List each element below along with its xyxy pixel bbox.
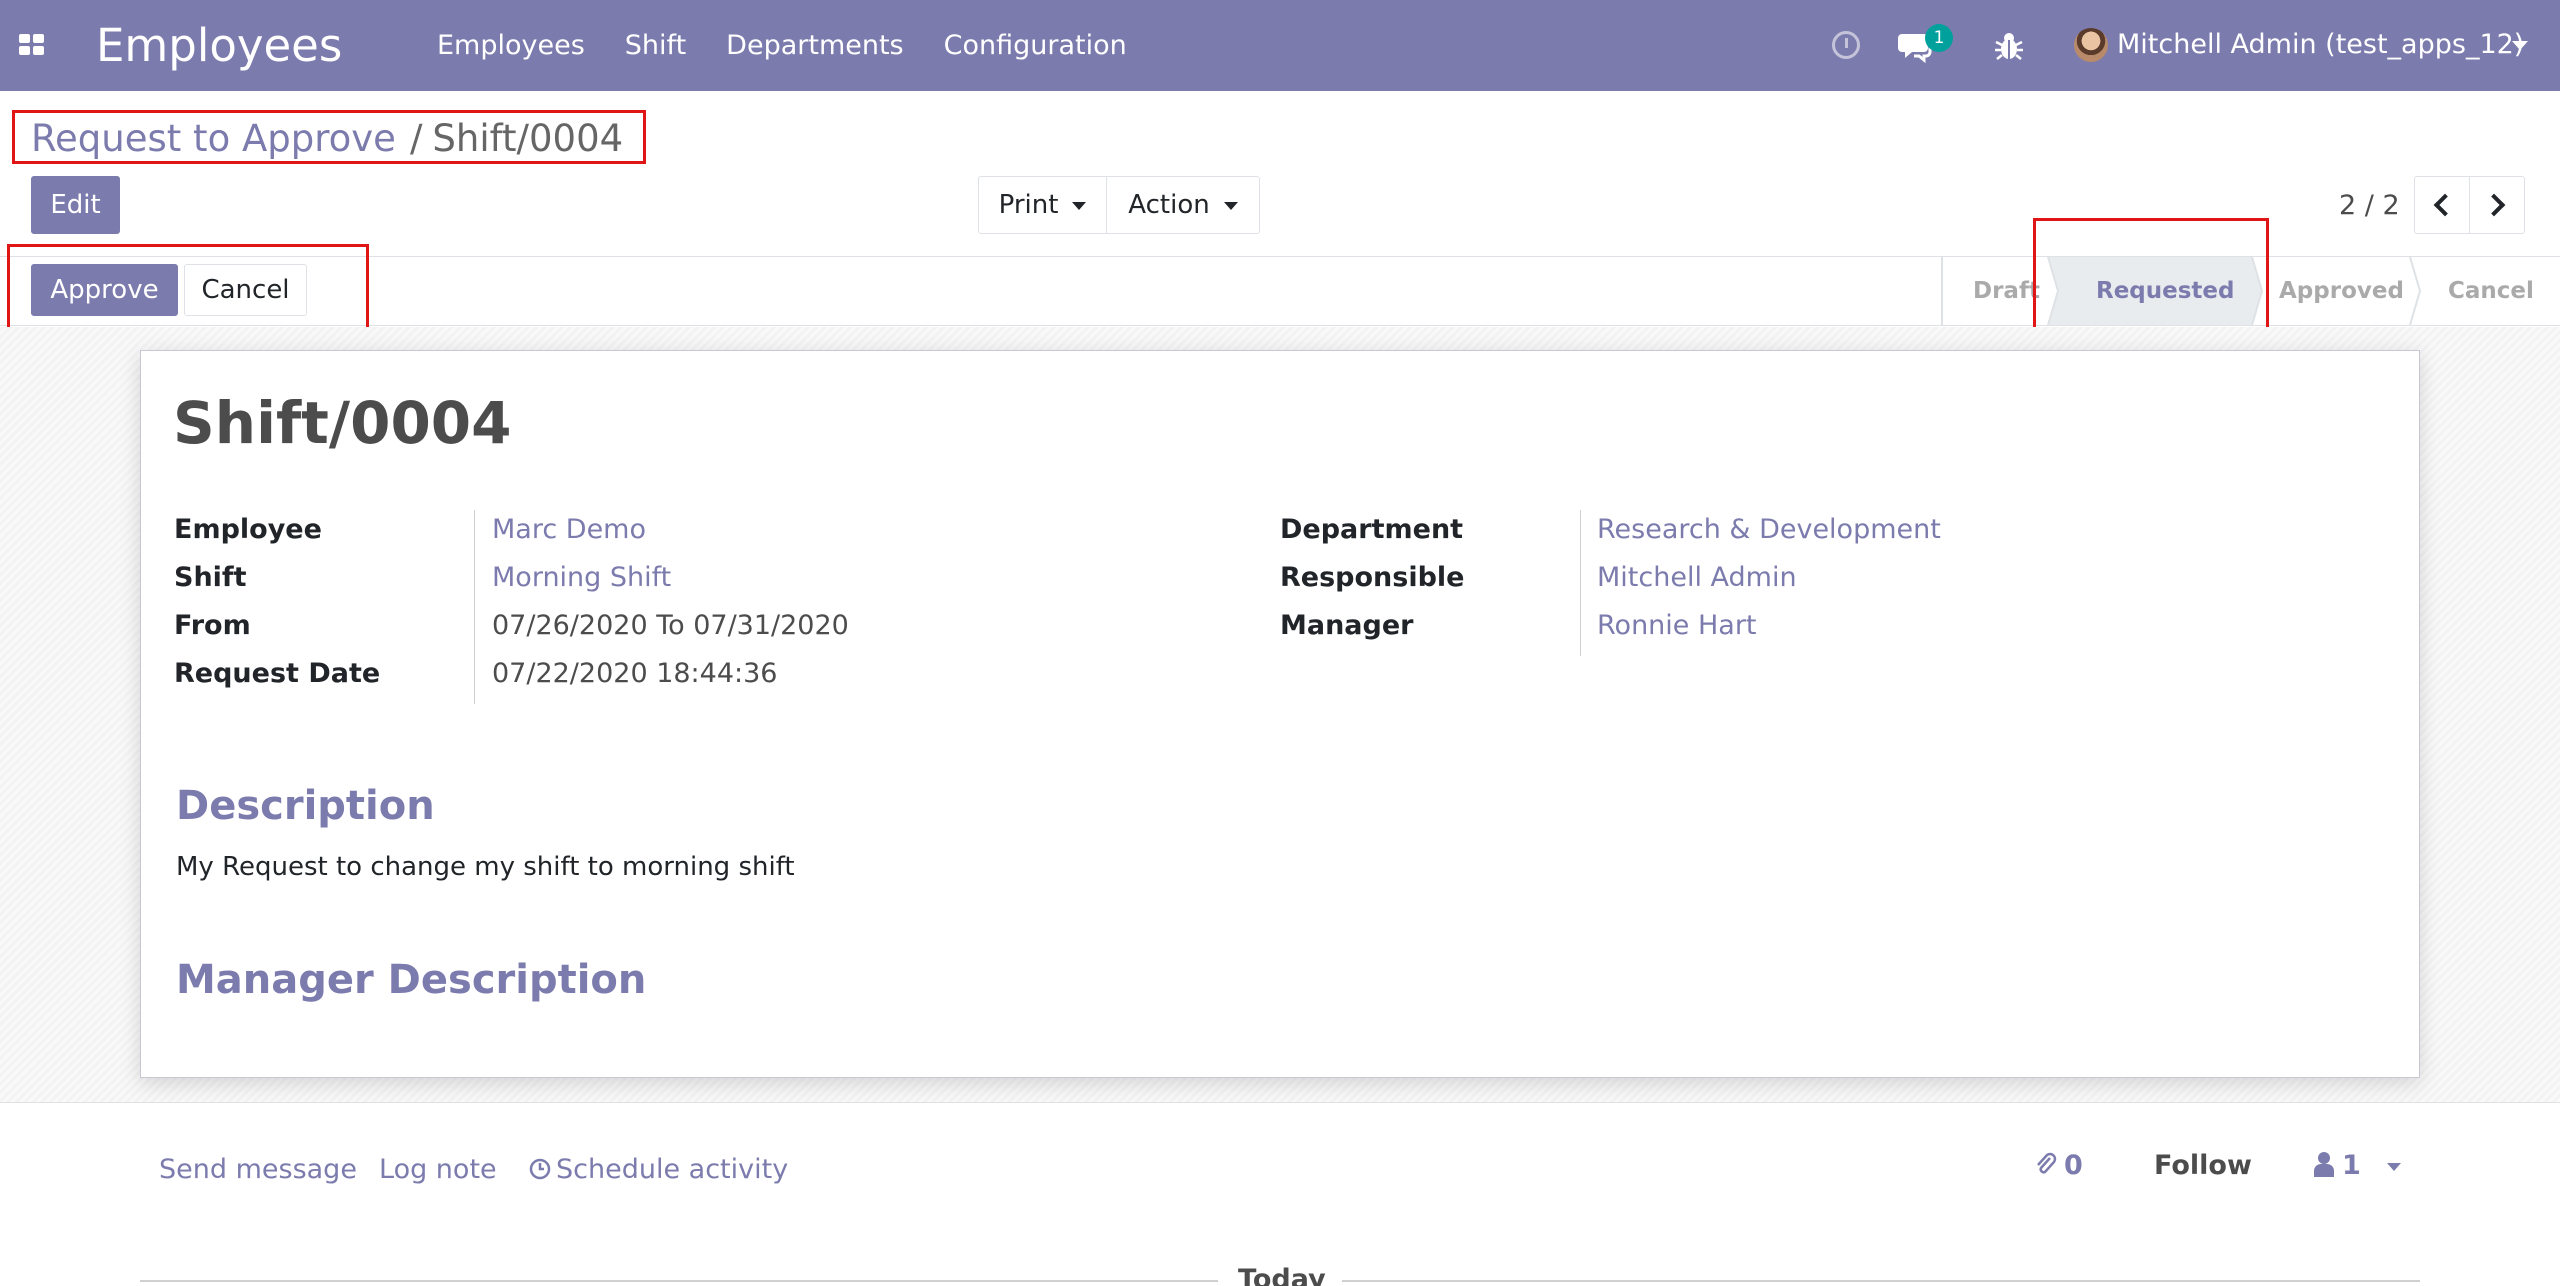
- edit-button[interactable]: Edit: [31, 176, 120, 234]
- menu-item-configuration[interactable]: Configuration: [944, 28, 1127, 64]
- manager-description-title: Manager Description: [176, 957, 647, 1003]
- main-menu: Employees Shift Departments Configuratio…: [437, 28, 1167, 64]
- pager-value[interactable]: 2 / 2: [2339, 188, 2400, 224]
- apps-grid-icon[interactable]: [19, 34, 45, 56]
- clock-icon: [529, 1158, 551, 1180]
- field-value-shift[interactable]: Morning Shift: [492, 560, 671, 596]
- action-label: Action: [1128, 190, 1210, 220]
- user-avatar[interactable]: [2074, 28, 2108, 62]
- schedule-activity-label: Schedule activity: [556, 1154, 789, 1185]
- schedule-activity-button[interactable]: Schedule activity: [528, 1152, 788, 1188]
- field-label-employee: Employee: [174, 514, 322, 545]
- field-value-employee[interactable]: Marc Demo: [492, 512, 646, 548]
- chat-badge: 1: [1925, 24, 1953, 52]
- stage-draft[interactable]: Draft: [1973, 257, 2040, 325]
- field-label-department: Department: [1280, 514, 1464, 545]
- pager-next-button[interactable]: [2469, 176, 2525, 234]
- field-value-responsible[interactable]: Mitchell Admin: [1597, 560, 1797, 596]
- send-message-button[interactable]: Send message: [159, 1152, 357, 1188]
- action-dropdown-button[interactable]: Action: [1106, 176, 1260, 234]
- field-value-request-date: 07/22/2020 18:44:36: [492, 658, 778, 689]
- field-value-manager[interactable]: Ronnie Hart: [1597, 608, 1757, 644]
- menu-item-employees[interactable]: Employees: [437, 28, 585, 64]
- log-note-button[interactable]: Log note: [379, 1152, 497, 1188]
- description-title: Description: [176, 783, 435, 829]
- user-menu-name[interactable]: Mitchell Admin (test_apps_12): [2117, 27, 2524, 63]
- chevron-left-icon: [2433, 193, 2457, 217]
- chevron-right-icon: [2482, 193, 2506, 217]
- attachments-count: 0: [2064, 1150, 2083, 1181]
- followers-button[interactable]: 1: [2314, 1148, 2401, 1184]
- print-label: Print: [998, 190, 1059, 220]
- stage-cancel[interactable]: Cancel: [2448, 257, 2534, 325]
- field-label-shift: Shift: [174, 562, 247, 593]
- pager-previous-button[interactable]: [2414, 176, 2470, 234]
- menu-item-shift[interactable]: Shift: [625, 28, 686, 64]
- highlight-box-breadcrumb: [12, 110, 646, 164]
- clock-icon[interactable]: [1832, 31, 1860, 59]
- today-label: Today: [1238, 1264, 1326, 1286]
- caret-down-icon: [1072, 201, 1087, 210]
- app-brand[interactable]: Employees: [96, 18, 342, 74]
- field-label-request-date: Request Date: [174, 658, 381, 689]
- stage-approved[interactable]: Approved: [2279, 257, 2404, 325]
- menu-item-departments[interactable]: Departments: [726, 28, 903, 64]
- user-icon: [2314, 1152, 2334, 1177]
- print-dropdown-button[interactable]: Print: [978, 176, 1107, 234]
- today-divider-right: [1342, 1280, 2420, 1282]
- description-text[interactable]: My Request to change my shift to morning…: [176, 849, 795, 885]
- follow-button[interactable]: Follow: [2154, 1148, 2252, 1184]
- caret-down-icon: [1223, 201, 1238, 210]
- field-divider-right: [1580, 510, 1581, 656]
- field-label-manager: Manager: [1280, 610, 1414, 641]
- record-title: Shift/0004: [173, 389, 512, 457]
- field-value-department[interactable]: Research & Development: [1597, 512, 1941, 548]
- field-label-from: From: [174, 610, 251, 641]
- top-navbar: Employees Employees Shift Departments Co…: [0, 0, 2560, 91]
- field-value-from: 07/26/2020 To 07/31/2020: [492, 610, 849, 641]
- today-divider-left: [140, 1280, 1218, 1282]
- caret-down-icon: [2386, 1162, 2401, 1171]
- field-divider-left: [474, 510, 475, 704]
- bug-icon[interactable]: [1994, 30, 2024, 62]
- followers-count: 1: [2342, 1150, 2361, 1181]
- attachments-button[interactable]: 0: [2034, 1148, 2083, 1184]
- chevron-down-icon[interactable]: [2512, 41, 2528, 50]
- paperclip-icon: [2037, 1152, 2057, 1174]
- field-label-responsible: Responsible: [1280, 562, 1465, 593]
